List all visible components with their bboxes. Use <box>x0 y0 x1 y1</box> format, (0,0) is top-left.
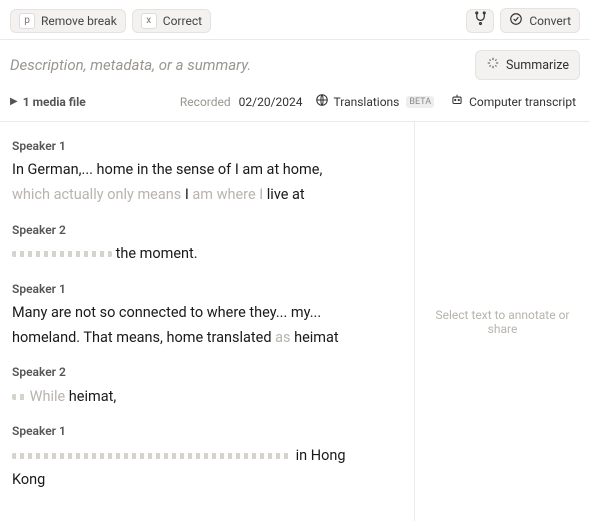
recorded-date: 02/20/2024 <box>239 95 303 109</box>
media-file-toggle[interactable]: ▶ 1 media file <box>10 95 86 109</box>
convert-icon <box>509 12 523 29</box>
computer-transcript-label: Computer transcript <box>469 95 576 109</box>
transcript-line[interactable]: which actually only means I am where I l… <box>12 183 404 208</box>
remove-break-label: Remove break <box>41 14 117 28</box>
waveform-placeholder <box>12 453 292 459</box>
sub-bar: ▶ 1 media file Recorded 02/20/2024 Trans… <box>0 86 590 122</box>
transcript-text: Kong <box>12 471 45 488</box>
correct-button[interactable]: x Correct <box>132 9 211 33</box>
convert-button[interactable]: Convert <box>500 8 580 33</box>
waveform-placeholder <box>12 251 112 257</box>
transcript-line[interactable]: Many are not so connected to where they.… <box>12 301 404 326</box>
branch-icon <box>473 11 488 30</box>
transcript-text: homeland. That means, home translated <box>12 329 275 346</box>
beta-badge: BETA <box>406 96 434 108</box>
transcript-line[interactable]: In German,... home in the sense of I am … <box>12 158 404 183</box>
sub-bar-right: Recorded 02/20/2024 Translations BETA Co… <box>180 90 580 113</box>
transcript-text: In German,... home in the sense of I am … <box>12 161 322 178</box>
meta-row: Description, metadata, or a summary. Sum… <box>0 40 590 86</box>
correct-label: Correct <box>163 14 202 28</box>
annotation-sidebar: Select text to annotate or share <box>415 122 590 521</box>
transcript-line[interactable]: While heimat, <box>12 385 404 410</box>
globe-icon <box>315 93 329 110</box>
transcript-text: the moment. <box>112 245 198 262</box>
chevron-right-icon: ▶ <box>10 96 18 107</box>
toolbar: p Remove break x Correct Convert <box>0 0 590 40</box>
transcript-text: am where I <box>192 186 266 203</box>
media-file-label: 1 media file <box>23 95 86 109</box>
main-area: Speaker 1 In German,... home in the sense… <box>0 122 590 521</box>
toolbar-left: p Remove break x Correct <box>10 9 211 33</box>
translations-label: Translations <box>334 95 400 109</box>
summarize-label: Summarize <box>506 58 569 73</box>
correct-key: x <box>141 13 157 29</box>
description-input[interactable]: Description, metadata, or a summary. <box>10 56 475 74</box>
speaker-label: Speaker 2 <box>12 362 404 382</box>
transcript-line[interactable]: in Hong <box>12 444 404 469</box>
speaker-label: Speaker 2 <box>12 220 404 240</box>
transcript-text: which actually only means <box>12 186 185 203</box>
transcript-line[interactable]: homeland. That means, home translated as… <box>12 326 404 351</box>
toolbar-right: Convert <box>466 8 580 33</box>
transcript-text: heimat <box>294 329 339 346</box>
transcript-text: as <box>275 329 294 346</box>
transcript-line[interactable]: Kong <box>12 468 404 493</box>
remove-break-key: p <box>19 13 35 29</box>
transcript-text: in Hong <box>292 447 346 464</box>
speaker-label: Speaker 1 <box>12 279 404 299</box>
branch-button[interactable] <box>466 9 494 33</box>
translations-button[interactable]: Translations BETA <box>311 90 439 113</box>
computer-transcript-button[interactable]: Computer transcript <box>446 90 580 113</box>
speaker-label: Speaker 1 <box>12 136 404 156</box>
transcript-text: Many are not so connected to where they.… <box>12 304 321 321</box>
remove-break-button[interactable]: p Remove break <box>10 9 126 33</box>
recorded-label: Recorded <box>180 95 231 109</box>
sidebar-hint: Select text to annotate or share <box>425 308 580 336</box>
sparkle-icon <box>486 56 500 74</box>
transcript-line[interactable]: the moment. <box>12 242 404 267</box>
speaker-label: Speaker 1 <box>12 421 404 441</box>
transcript-text: live at <box>267 186 305 203</box>
transcript-panel[interactable]: Speaker 1 In German,... home in the sense… <box>0 122 415 521</box>
convert-label: Convert <box>529 14 571 28</box>
robot-icon <box>450 93 464 110</box>
transcript-text: heimat, <box>69 388 116 405</box>
transcript-text: While <box>26 388 69 405</box>
summarize-button[interactable]: Summarize <box>475 50 580 80</box>
waveform-placeholder <box>12 394 26 400</box>
